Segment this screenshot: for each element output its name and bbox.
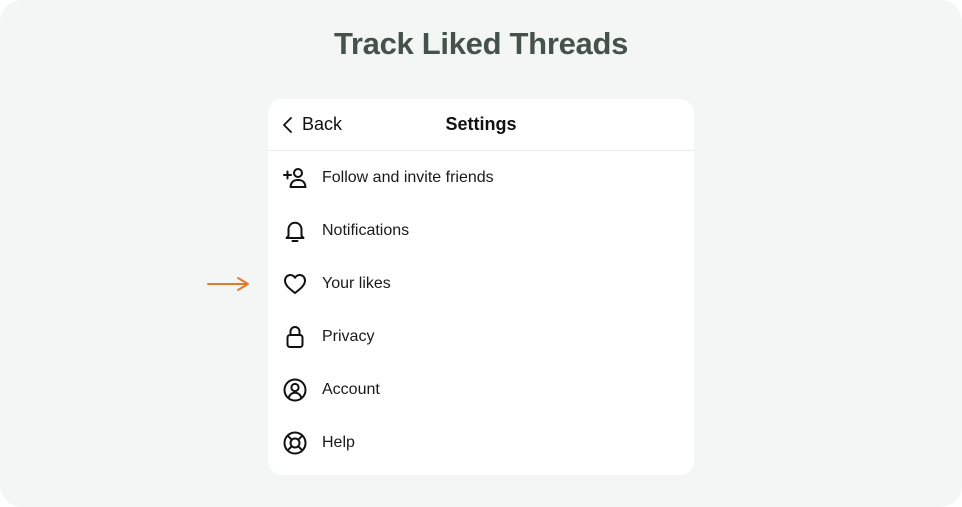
- menu-item-label: Your likes: [322, 274, 391, 292]
- heart-icon: [282, 271, 308, 297]
- settings-header: Back Settings: [268, 99, 694, 151]
- menu-item-notifications[interactable]: Notifications: [268, 204, 694, 257]
- menu-item-label: Help: [322, 433, 355, 451]
- menu-item-label: Notifications: [322, 221, 410, 239]
- page-title: Settings: [445, 114, 517, 134]
- lifebuoy-icon: [282, 430, 308, 456]
- menu-item-label: Privacy: [322, 327, 375, 345]
- add-person-icon: [282, 165, 308, 191]
- settings-panel: Back Settings Follow and invite friends: [268, 99, 694, 475]
- bell-icon: [282, 218, 308, 244]
- account-circle-icon: [282, 377, 308, 403]
- menu-item-follow-invite[interactable]: Follow and invite friends: [268, 151, 694, 204]
- page-background: Track Liked Threads Back Settings Follow…: [0, 0, 962, 507]
- pointer-arrow-icon: [206, 275, 252, 293]
- menu-item-label: Follow and invite friends: [322, 168, 494, 186]
- menu-item-label: Account: [322, 380, 380, 398]
- headline: Track Liked Threads: [333, 26, 629, 61]
- settings-menu: Follow and invite friends Notifications: [268, 151, 694, 469]
- menu-item-your-likes[interactable]: Your likes: [268, 257, 694, 310]
- lock-icon: [282, 324, 308, 350]
- menu-item-help[interactable]: Help: [268, 416, 694, 469]
- menu-item-privacy[interactable]: Privacy: [268, 310, 694, 363]
- menu-item-account[interactable]: Account: [268, 363, 694, 416]
